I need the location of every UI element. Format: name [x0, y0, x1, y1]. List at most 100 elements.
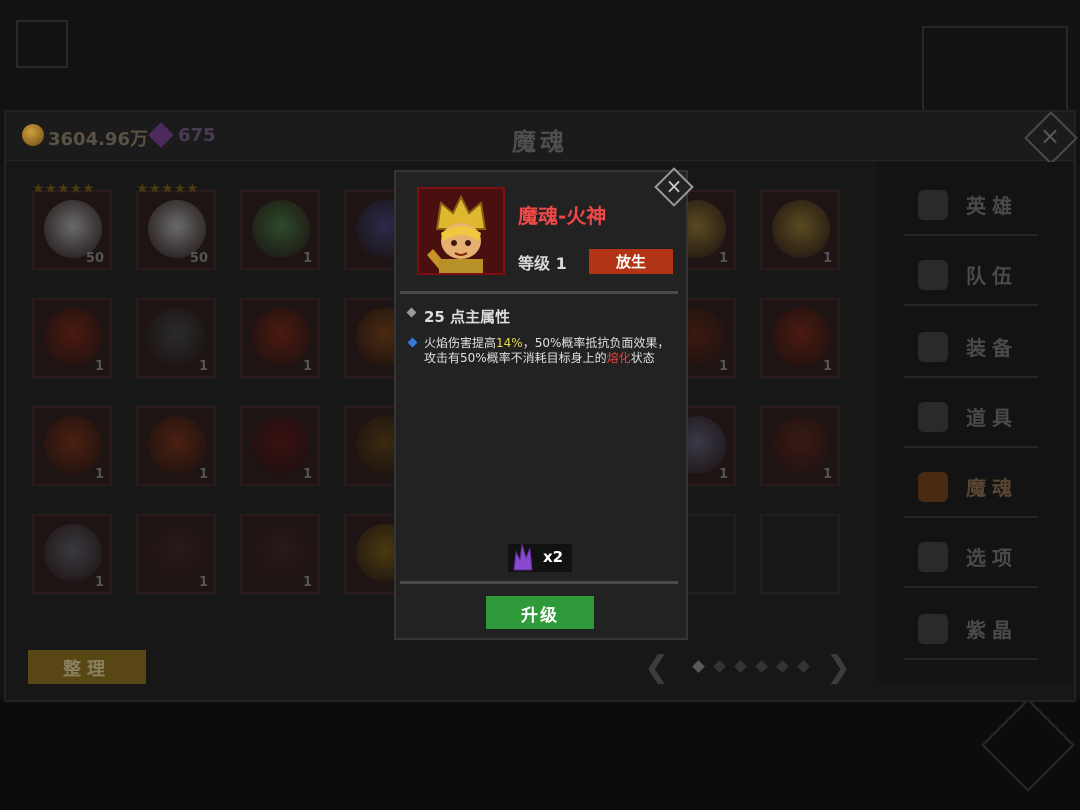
empty-soul-slot[interactable] — [760, 514, 840, 594]
soul-card[interactable]: 1 — [240, 298, 320, 378]
main-attribute-text: 25 点主属性 — [424, 308, 511, 326]
soul-card-art-icon — [772, 416, 830, 474]
soul-card[interactable]: 1 — [240, 406, 320, 486]
soul-card-count: 1 — [302, 251, 312, 266]
sidebar-item[interactable]: 装备 — [904, 320, 1038, 378]
soul-card-count: 1 — [302, 467, 312, 482]
release-button-label: 放生 — [615, 253, 646, 271]
soul-card-art-icon — [252, 416, 310, 474]
effect-description-line2: 攻击有50%概率不消耗目标身上的熔化状态 — [424, 349, 655, 366]
soul-name: 魔魂-火神 — [518, 204, 607, 228]
soul-card[interactable]: 1 — [240, 514, 320, 594]
soul-card-count: 1 — [198, 359, 208, 374]
soul-card[interactable]: 1 — [32, 406, 112, 486]
soul-card-count: 1 — [302, 359, 312, 374]
soul-card-art-icon — [44, 416, 102, 474]
soul-card[interactable]: 1 — [136, 298, 216, 378]
soul-card[interactable]: 50 — [136, 190, 216, 270]
top-right-dimmed-box — [922, 26, 1068, 114]
sidebar-item-label: 英雄 — [966, 194, 1018, 218]
soul-card-art-icon — [148, 308, 206, 366]
soul-card[interactable]: 1 — [760, 190, 840, 270]
fire-god-portrait-icon — [419, 189, 503, 273]
close-icon: × — [1039, 122, 1061, 150]
soul-card-art-icon — [44, 308, 102, 366]
soul-card-count: 1 — [718, 467, 728, 482]
sidebar-item[interactable]: 魔魂 — [904, 460, 1038, 518]
flame-icon — [918, 472, 948, 502]
heroes-icon — [918, 190, 948, 220]
upgrade-cost-amount: x2 — [543, 548, 564, 566]
soul-card-art-icon — [148, 524, 206, 582]
soul-card-count: 1 — [94, 359, 104, 374]
sort-button-label: 整理 — [63, 659, 111, 680]
flag-icon — [918, 260, 948, 290]
effect-percent: 14% — [496, 336, 523, 350]
soul-card-art-icon — [252, 200, 310, 258]
star-rating: ★★★★★ — [32, 181, 95, 197]
soul-card[interactable]: 1 — [760, 406, 840, 486]
soul-card-count: 1 — [302, 575, 312, 590]
soul-card-art-icon — [772, 308, 830, 366]
soul-card-art-icon — [772, 200, 830, 258]
bottom-character-strip — [0, 700, 1080, 810]
sidebar-item[interactable]: 紫晶 — [904, 602, 1038, 660]
star-rating: ★★★★★ — [136, 181, 199, 197]
soul-portrait — [417, 187, 505, 275]
gem-amount: 675 — [178, 125, 216, 146]
soul-card-art-icon — [148, 416, 206, 474]
soul-card-art-icon — [44, 200, 102, 258]
sidebar-item[interactable]: 道具 — [904, 390, 1038, 448]
soul-card-art-icon — [252, 308, 310, 366]
soul-card-count: 1 — [198, 575, 208, 590]
soul-card-count: 1 — [198, 467, 208, 482]
page-prev-arrow-icon[interactable]: ❮ — [644, 650, 669, 685]
melt-status-keyword: 熔化 — [606, 351, 631, 365]
soul-card-art-icon — [252, 524, 310, 582]
soul-card-count: 1 — [822, 251, 832, 266]
bag-icon — [918, 402, 948, 432]
soul-card[interactable]: 1 — [240, 190, 320, 270]
soul-card[interactable]: 1 — [136, 406, 216, 486]
soul-card-art-icon — [148, 200, 206, 258]
soul-card-count: 1 — [718, 251, 728, 266]
sidebar-item-label: 装备 — [966, 336, 1018, 360]
soul-card-count: 50 — [189, 251, 208, 266]
close-icon: × — [665, 174, 683, 198]
crystal-icon — [918, 614, 948, 644]
sidebar-item-label: 魔魂 — [966, 476, 1018, 500]
soul-card-count: 1 — [718, 359, 728, 374]
gold-coin-icon — [22, 124, 44, 146]
soul-card-count: 1 — [94, 467, 104, 482]
sidebar-item[interactable]: 队伍 — [904, 248, 1038, 306]
soul-card-count: 1 — [94, 575, 104, 590]
sidebar-item-label: 选项 — [966, 546, 1018, 570]
soul-card[interactable]: 1 — [32, 298, 112, 378]
effect-desc-d: 状态 — [630, 351, 655, 365]
soul-card[interactable]: 1 — [760, 298, 840, 378]
page-next-arrow-icon[interactable]: ❯ — [826, 650, 851, 685]
gold-amount: 3604.96万 — [48, 129, 148, 150]
sidebar-item-label: 队伍 — [966, 264, 1018, 288]
soul-card-count: 50 — [85, 251, 104, 266]
soul-card-count: 1 — [822, 467, 832, 482]
top-left-dimmed-box — [16, 20, 68, 68]
upgrade-button-label: 升级 — [521, 606, 559, 626]
effect-desc-a: 火焰伤害提高 — [424, 336, 497, 350]
soul-card-art-icon — [44, 524, 102, 582]
sidebar-item-label: 紫晶 — [966, 618, 1018, 642]
soul-level: 等级 1 — [518, 254, 567, 273]
sidebar-item[interactable]: 选项 — [904, 530, 1038, 588]
sidebar-item-label: 道具 — [966, 406, 1018, 430]
soul-card-count: 1 — [822, 359, 832, 374]
gear-icon — [918, 542, 948, 572]
purple-crystal-icon — [510, 540, 536, 576]
sidebar-item[interactable]: 英雄 — [904, 178, 1038, 236]
soul-card[interactable]: 1 — [136, 514, 216, 594]
effect-desc-c: 攻击有50%概率不消耗目标身上的 — [424, 351, 607, 365]
soul-card[interactable]: 1 — [32, 514, 112, 594]
effect-desc-b: ，50%概率抵抗负面效果， — [522, 336, 670, 350]
panel-title: 魔魂 — [512, 128, 568, 156]
soul-card[interactable]: 50 — [32, 190, 112, 270]
dialog-divider-top — [400, 291, 678, 294]
